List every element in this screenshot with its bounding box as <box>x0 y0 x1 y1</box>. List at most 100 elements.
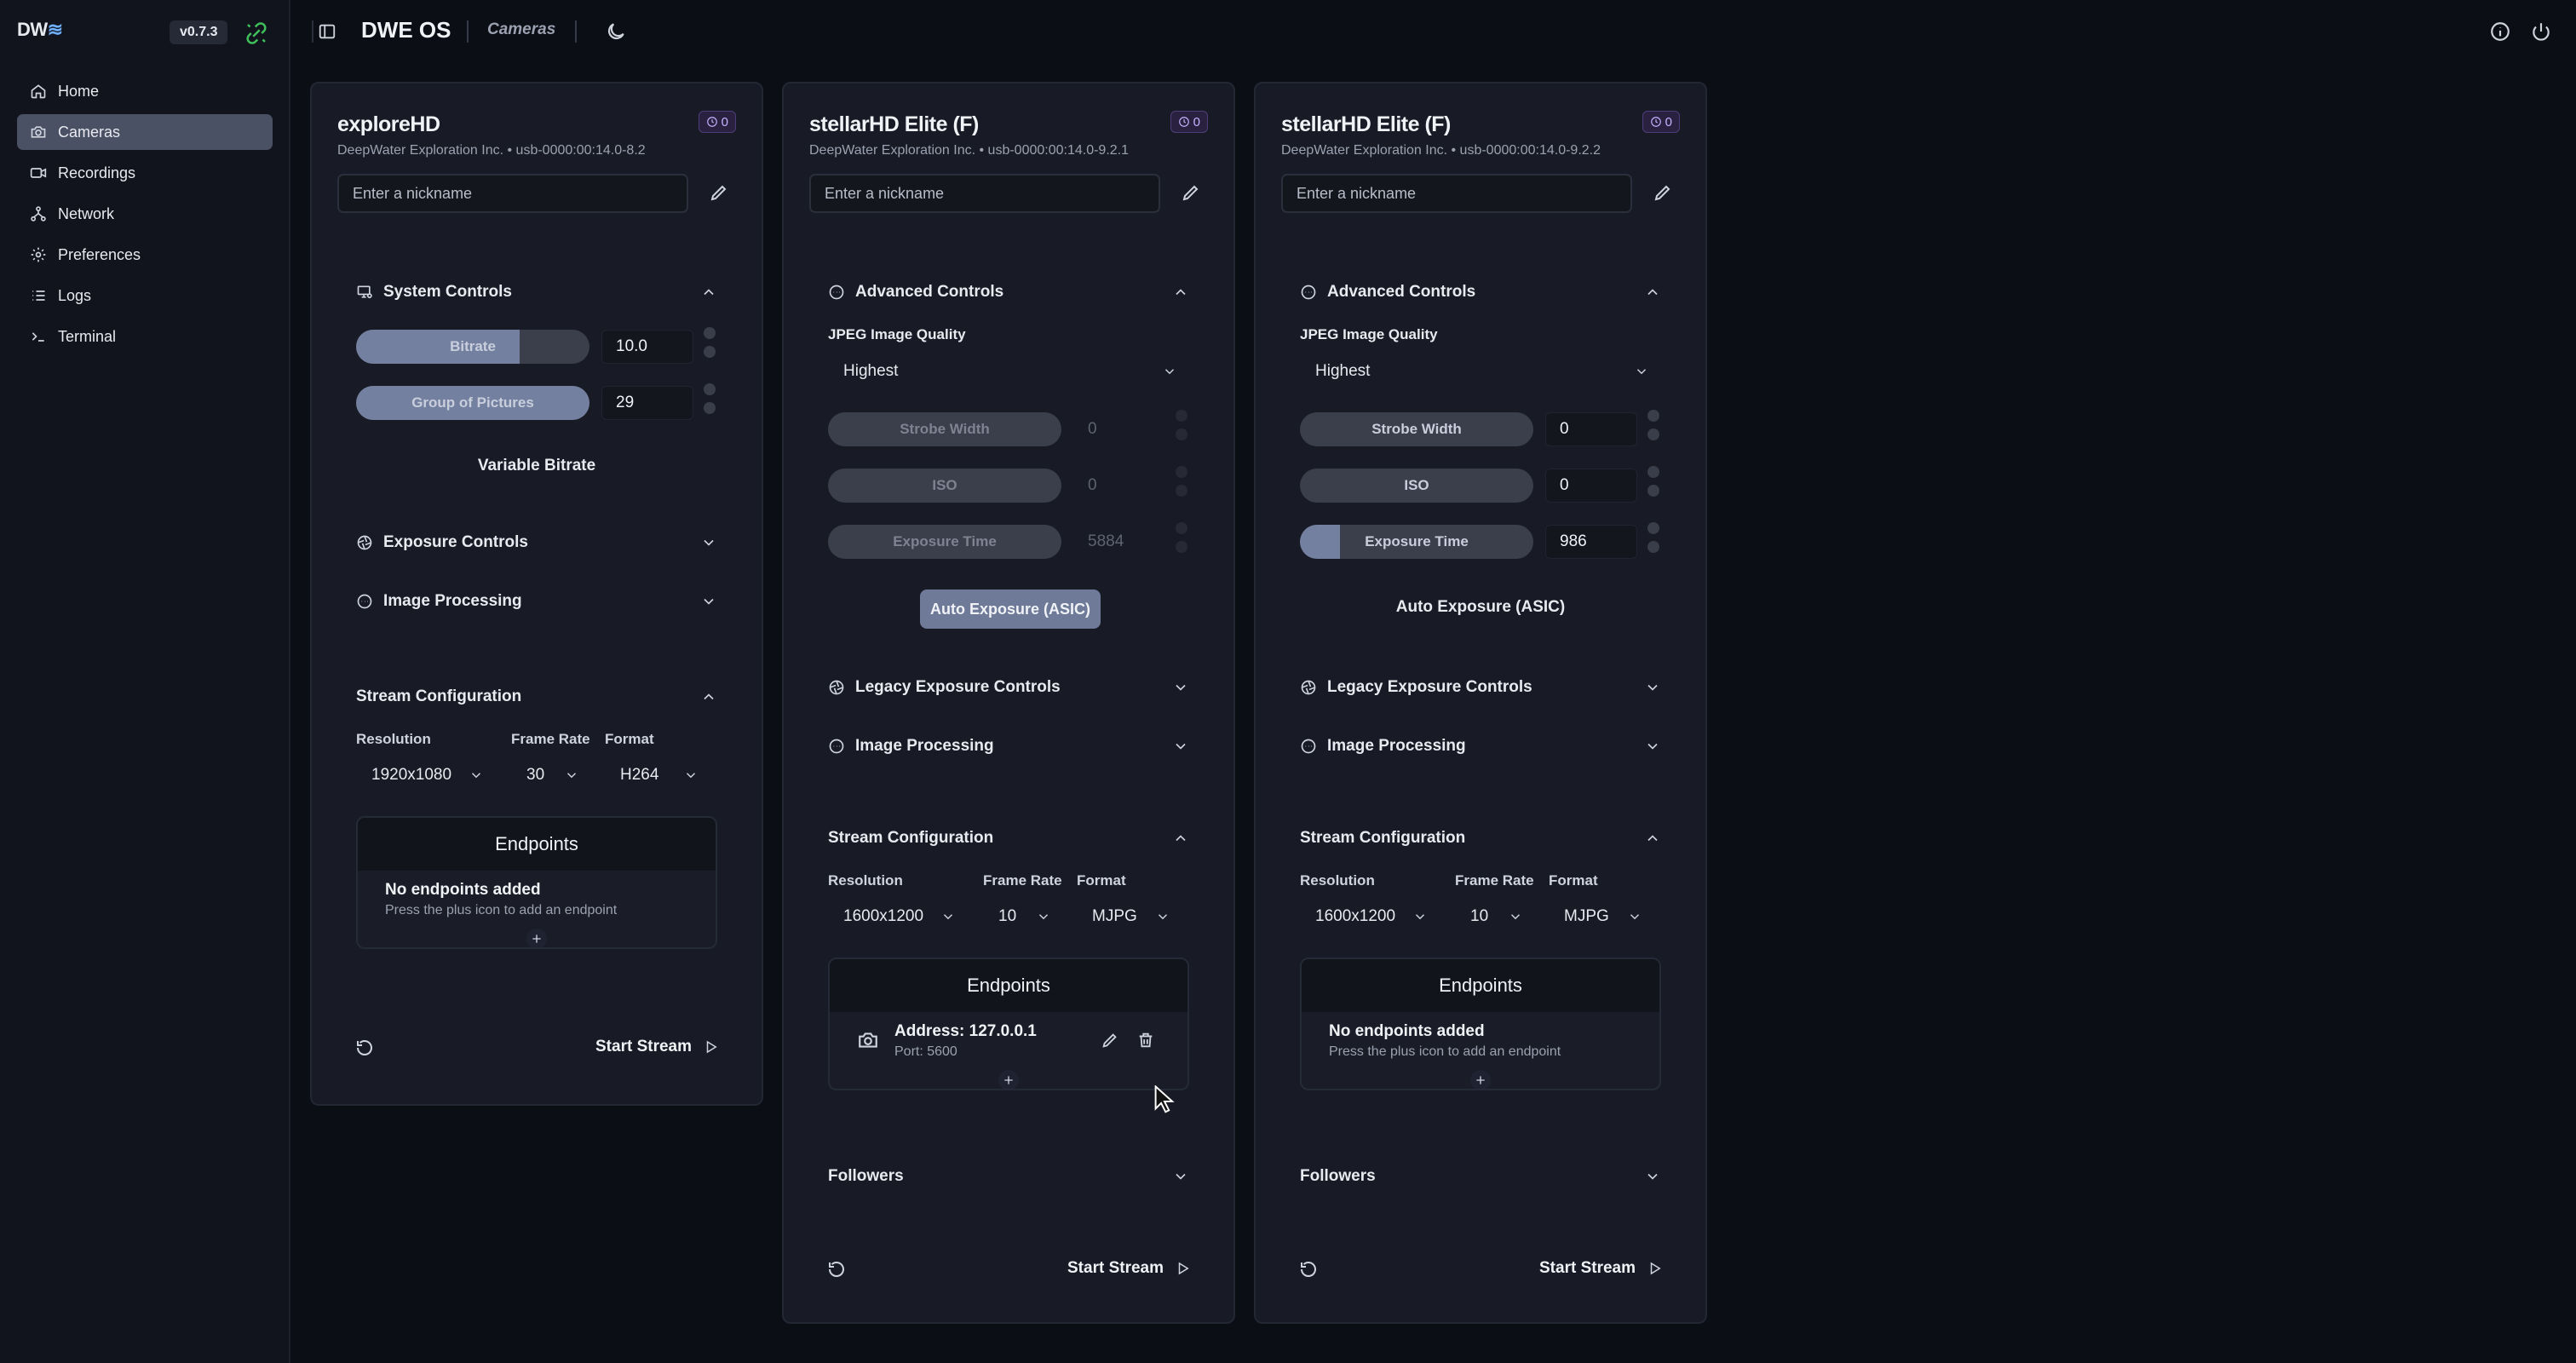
section-image-processing[interactable]: Image Processing <box>828 733 1189 759</box>
exposure-time-slider[interactable]: Exposure Time <box>1300 525 1533 559</box>
nickname-input[interactable] <box>809 174 1160 213</box>
section-legacy-exposure[interactable]: Legacy Exposure Controls <box>828 675 1189 700</box>
framerate-select[interactable]: 30 <box>511 756 591 794</box>
pencil-icon[interactable] <box>1101 1031 1119 1050</box>
pencil-icon[interactable] <box>1653 182 1673 203</box>
start-stream-button[interactable]: Start Stream <box>595 1038 719 1056</box>
iso-slider[interactable]: ISO <box>1300 469 1533 503</box>
resolution-select[interactable]: 1600x1200 <box>828 898 968 935</box>
reset-icon[interactable] <box>826 1259 847 1280</box>
bitrate-mode-toggle[interactable]: Variable Bitrate <box>356 457 717 475</box>
sidebar-item-recordings[interactable]: Recordings <box>17 155 273 191</box>
circle-dots-icon <box>829 285 844 300</box>
section-advanced-controls[interactable]: Advanced Controls <box>828 279 1189 305</box>
format-select[interactable]: MJPG <box>1549 898 1654 935</box>
bitrate-stepper[interactable] <box>704 327 717 358</box>
bitrate-slider[interactable]: Bitrate <box>356 330 589 364</box>
iso-stepper[interactable] <box>1647 466 1661 497</box>
sidebar-item-network[interactable]: Network <box>17 196 273 232</box>
exposure-time-stepper[interactable] <box>1647 522 1661 553</box>
strobe-width-value[interactable]: 0 <box>1545 412 1637 446</box>
page-title: Cameras <box>487 20 556 38</box>
add-endpoint-button[interactable] <box>1470 1070 1491 1089</box>
section-image-processing[interactable]: Image Processing <box>356 589 717 614</box>
section-legacy-exposure[interactable]: Legacy Exposure Controls <box>1300 675 1661 700</box>
moon-icon[interactable] <box>605 20 627 43</box>
section-exposure-controls[interactable]: Exposure Controls <box>356 530 717 555</box>
iso-stepper[interactable] <box>1176 466 1189 497</box>
sidebar-item-home[interactable]: Home <box>17 73 273 109</box>
gop-slider[interactable]: Group of Pictures <box>356 386 589 420</box>
resolution-label: Resolution <box>828 872 903 889</box>
strobe-width-slider[interactable]: Strobe Width <box>828 412 1061 446</box>
gear-icon <box>29 245 48 264</box>
endpoint-row: Address: 127.0.0.1 Port: 5600 <box>857 1022 1172 1063</box>
sidebar-item-label: Cameras <box>58 123 121 141</box>
empty-subtitle: Press the plus icon to add an endpoint <box>1329 1044 1561 1059</box>
section-label: Image Processing <box>383 592 522 610</box>
sidebar-item-terminal[interactable]: Terminal <box>17 319 273 354</box>
pencil-icon[interactable] <box>709 182 729 203</box>
exposure-time-slider[interactable]: Exposure Time <box>828 525 1061 559</box>
clock-icon <box>706 117 717 127</box>
jpeg-quality-select[interactable]: Highest <box>1300 353 1661 390</box>
trash-icon[interactable] <box>1136 1031 1155 1050</box>
followers-badge[interactable]: 0 <box>698 111 736 133</box>
info-icon[interactable] <box>2489 20 2511 43</box>
circle-dots-icon <box>829 739 844 754</box>
section-followers[interactable]: Followers <box>1300 1164 1661 1189</box>
nickname-input[interactable] <box>1281 174 1632 213</box>
select-value: 1600x1200 <box>1315 907 1396 925</box>
section-advanced-controls[interactable]: Advanced Controls <box>1300 279 1661 305</box>
reset-icon[interactable] <box>1298 1259 1319 1280</box>
iso-value[interactable]: 0 <box>1073 469 1165 503</box>
followers-badge[interactable]: 0 <box>1642 111 1680 133</box>
gop-stepper[interactable] <box>704 383 717 414</box>
nickname-input[interactable] <box>337 174 688 213</box>
reset-icon[interactable] <box>354 1038 375 1058</box>
framerate-select[interactable]: 10 <box>983 898 1063 935</box>
pencil-icon[interactable] <box>1181 182 1201 203</box>
sidebar-item-preferences[interactable]: Preferences <box>17 237 273 273</box>
iso-value[interactable]: 0 <box>1545 469 1637 503</box>
exposure-time-value[interactable]: 5884 <box>1073 525 1165 559</box>
connection-link-icon[interactable] <box>244 20 269 46</box>
add-endpoint-button[interactable] <box>998 1070 1019 1089</box>
power-icon[interactable] <box>2530 20 2552 43</box>
start-stream-button[interactable]: Start Stream <box>1539 1259 1663 1278</box>
bitrate-value-input[interactable]: 10.0 <box>601 330 693 364</box>
format-select[interactable]: H264 <box>605 756 710 794</box>
sidebar-item-logs[interactable]: Logs <box>17 278 273 313</box>
strobe-width-value[interactable]: 0 <box>1073 412 1165 446</box>
auto-exposure-toggle[interactable]: Auto Exposure (ASIC) <box>1300 598 1661 617</box>
resolution-select[interactable]: 1600x1200 <box>1300 898 1440 935</box>
header-divider <box>467 20 469 43</box>
resolution-select[interactable]: 1920x1080 <box>356 756 496 794</box>
section-followers[interactable]: Followers <box>828 1164 1189 1189</box>
exposure-time-value[interactable]: 986 <box>1545 525 1637 559</box>
strobe-width-stepper[interactable] <box>1647 410 1661 440</box>
section-stream-configuration[interactable]: Stream Configuration <box>828 825 1189 851</box>
strobe-width-stepper[interactable] <box>1176 410 1189 440</box>
sidebar-item-cameras[interactable]: Cameras <box>17 114 273 150</box>
format-select[interactable]: MJPG <box>1077 898 1182 935</box>
section-image-processing[interactable]: Image Processing <box>1300 733 1661 759</box>
network-icon <box>29 204 48 223</box>
camera-title: stellarHD Elite (F) <box>1281 112 1451 136</box>
section-stream-configuration[interactable]: Stream Configuration <box>1300 825 1661 851</box>
mouse-cursor-icon <box>1154 1085 1175 1113</box>
gop-value-input[interactable]: 29 <box>601 386 693 420</box>
framerate-select[interactable]: 10 <box>1455 898 1535 935</box>
auto-exposure-button[interactable]: Auto Exposure (ASIC) <box>920 589 1101 629</box>
followers-badge[interactable]: 0 <box>1170 111 1208 133</box>
start-stream-button[interactable]: Start Stream <box>1067 1259 1191 1278</box>
sidebar-toggle-button[interactable] <box>312 20 341 43</box>
section-stream-configuration[interactable]: Stream Configuration <box>356 684 717 710</box>
exposure-time-stepper[interactable] <box>1176 522 1189 553</box>
iso-slider[interactable]: ISO <box>828 469 1061 503</box>
strobe-width-slider[interactable]: Strobe Width <box>1300 412 1533 446</box>
endpoints-header: Endpoints <box>1302 959 1659 1012</box>
add-endpoint-button[interactable] <box>526 929 547 947</box>
section-system-controls[interactable]: System Controls <box>356 279 717 305</box>
jpeg-quality-select[interactable]: Highest <box>828 353 1189 390</box>
